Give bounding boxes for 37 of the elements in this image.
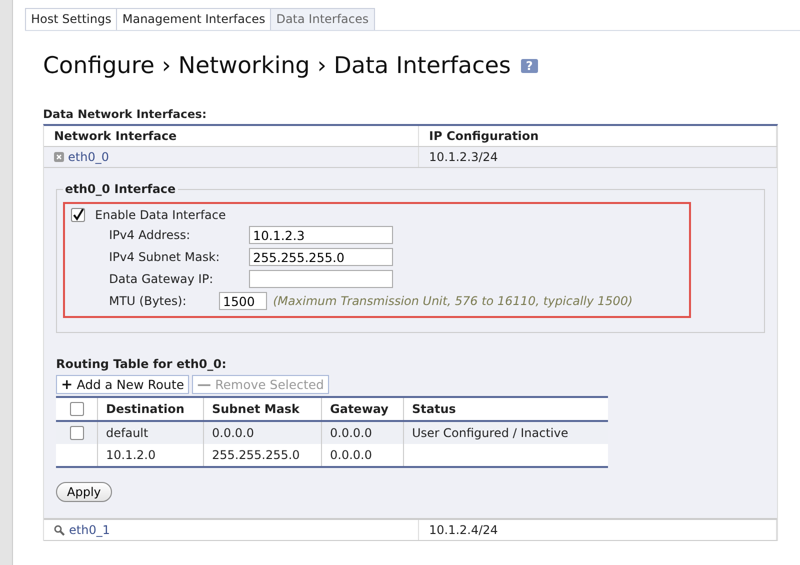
checkbox[interactable]	[71, 208, 85, 222]
fieldset-legend: eth0_0 Interface	[63, 182, 178, 196]
table-cell-text: User Configured / Inactive	[411, 425, 570, 442]
checkbox[interactable]	[70, 402, 84, 416]
section-title: Data Network Interfaces:	[43, 107, 208, 121]
column-header: Gateway	[322, 398, 404, 420]
toolbar-button[interactable]: + Add a New Route	[56, 375, 190, 394]
collapse-icon[interactable]	[54, 152, 64, 162]
column-header: Destination	[98, 398, 204, 420]
apply-button[interactable]: Apply	[56, 482, 112, 502]
column-header: Status	[411, 401, 457, 418]
tab[interactable]: Data Interfaces	[270, 8, 375, 30]
input-field[interactable]: 1500	[219, 292, 267, 310]
column-header: IP Configuration	[419, 126, 777, 146]
search-icon[interactable]	[54, 524, 65, 536]
interface-link[interactable]: eth0_1	[69, 523, 110, 537]
field-label: MTU (Bytes):	[109, 294, 188, 308]
input-field[interactable]: 255.255.255.0	[249, 248, 393, 266]
interface-link[interactable]: eth0_0	[68, 150, 109, 164]
page-title: Configure › Networking › Data Interfaces	[43, 53, 511, 79]
tab[interactable]: Host Settings	[25, 8, 118, 30]
field-label: Data Gateway IP:	[109, 272, 214, 286]
input-field[interactable]: 10.1.2.3	[249, 226, 393, 244]
hint-text: (Maximum Transmission Unit, 576 to 16110, typically 1500)	[273, 294, 633, 308]
checkbox[interactable]	[70, 426, 84, 440]
column-header: Network Interface	[44, 126, 419, 146]
section-title: Routing Table for eth0_0:	[56, 357, 228, 371]
table-cell: 10.1.2.0	[98, 444, 204, 466]
table-cell: 10.1.2.3/24	[419, 147, 777, 167]
table-cell: 255.255.255.0	[204, 444, 322, 466]
field-label: IPv4 Address:	[109, 228, 192, 242]
column-header: Subnet Mask	[204, 398, 322, 420]
table-cell: 0.0.0.0	[322, 444, 404, 466]
input-field[interactable]	[249, 270, 393, 288]
table-cell: 10.1.2.4/24	[419, 520, 777, 540]
checkbox-label: Enable Data Interface	[95, 208, 226, 222]
field-label: IPv4 Subnet Mask:	[109, 250, 221, 264]
